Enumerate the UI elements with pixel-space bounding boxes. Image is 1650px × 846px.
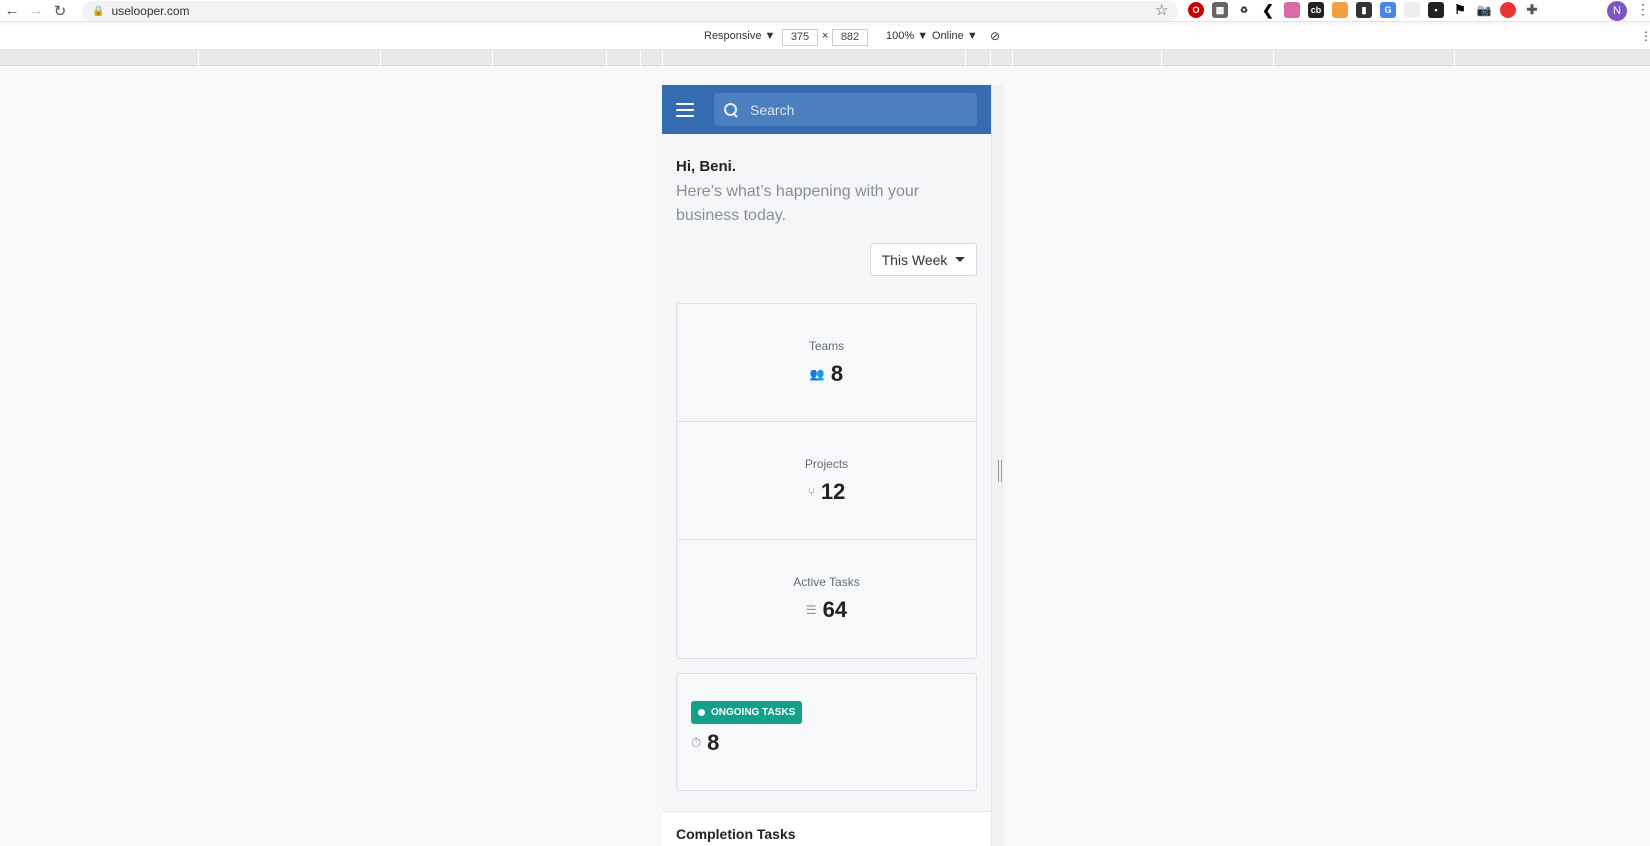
ongoing-tasks-badge: ONGOING TASKS (691, 701, 803, 724)
search-box[interactable] (714, 93, 977, 126)
dimension-separator: × (822, 30, 829, 42)
back-extension-icon[interactable]: ❮ (1260, 2, 1276, 18)
opera-extension-icon[interactable]: O (1188, 2, 1204, 18)
stat-value: 64 (822, 597, 848, 622)
stat-value: 12 (820, 478, 846, 504)
orange-extension-icon[interactable] (1332, 2, 1348, 18)
search-input[interactable] (750, 101, 950, 118)
browser-menu-icon[interactable]: ⋮ (1636, 1, 1650, 18)
tasks-list-icon: ☰ (805, 603, 817, 617)
stats-card: Teams 👥 8 Projects ⑂ 12 Active Tasks ☰ 6… (676, 303, 977, 659)
completion-tasks-title: Completion Tasks (676, 826, 796, 842)
ongoing-tasks-value: 8 (707, 730, 720, 755)
period-filter-label: This Week (881, 251, 948, 268)
viewport-height-input[interactable]: 882 (832, 29, 868, 46)
status-dot-icon (698, 709, 705, 716)
greeting-subtitle: Here’s what’s happening with your busine… (676, 183, 920, 224)
lock-icon: 🔒 (92, 5, 105, 17)
bookmark-star-icon[interactable]: ☆ (1155, 1, 1168, 19)
git-branch-icon: ⑂ (807, 484, 815, 499)
search-icon (724, 102, 738, 117)
url-text: uselooper.com (111, 4, 190, 18)
stat-value: 8 (830, 360, 844, 386)
address-bar[interactable]: 🔒 uselooper.com (82, 1, 1178, 21)
devtools-menu-icon[interactable]: ⋮ (1640, 29, 1650, 43)
rotate-icon[interactable]: ⊘ (990, 29, 1000, 43)
device-selector[interactable]: Responsive ▼ (704, 30, 775, 42)
completion-tasks-section: Completion Tasks (662, 811, 991, 846)
zoom-selector[interactable]: 100% ▼ (886, 30, 928, 42)
back-button[interactable]: ← (0, 0, 24, 22)
puzzle-extensions-icon[interactable]: ✚ (1524, 2, 1540, 18)
reload-button[interactable]: ↻ (48, 0, 72, 22)
network-throttle-selector[interactable]: Online ▼ (932, 30, 978, 42)
recycle-extension-icon[interactable]: ♻ (1236, 2, 1252, 18)
browser-toolbar: ← → ↻ 🔒 uselooper.com ☆ O ▦ ♻ ❮ cb ▮ G ▪… (0, 0, 1650, 22)
viewport-resize-handle[interactable] (998, 460, 1002, 482)
users-icon: 👥 (809, 366, 825, 381)
app-header (662, 85, 991, 134)
camera-extension-icon[interactable]: 📷 (1476, 2, 1492, 18)
period-filter-dropdown[interactable]: This Week (870, 243, 977, 276)
flag-extension-icon[interactable]: ⚑ (1452, 2, 1468, 18)
mobile-viewport: Hi, Beni. Here’s what’s happening with y… (662, 85, 992, 846)
greeting-heading: Hi, Beni. (676, 158, 737, 175)
dark-extension-icon[interactable]: ▪ (1428, 2, 1444, 18)
stat-active-tasks[interactable]: Active Tasks ☰ 64 (677, 540, 976, 658)
stat-label: Active Tasks (793, 575, 860, 589)
dashboard-content: Hi, Beni. Here’s what’s happening with y… (662, 158, 991, 791)
caret-down-icon (955, 257, 966, 262)
devtools-device-toolbar: Responsive ▼ 375 × 882 100% ▼ Online ▼ ⊘… (0, 26, 1650, 50)
filter-row: This Week (676, 243, 977, 276)
stopwatch-icon: ⏱ (691, 735, 702, 750)
viewport-width-input[interactable]: 375 (782, 29, 818, 46)
forward-button[interactable]: → (24, 0, 48, 22)
badge-label: ONGOING TASKS (711, 707, 796, 718)
cb-extension-icon[interactable]: cb (1308, 2, 1324, 18)
chrome-extension-icon[interactable] (1500, 2, 1516, 18)
phone-extension-icon[interactable]: ▮ (1356, 2, 1372, 18)
stat-label: Teams (808, 338, 845, 353)
stat-label: Projects (804, 456, 849, 471)
stat-projects[interactable]: Projects ⑂ 12 (677, 422, 976, 540)
qr-extension-icon[interactable]: ▦ (1212, 2, 1228, 18)
gradient-extension-icon[interactable] (1284, 2, 1300, 18)
ongoing-tasks-card[interactable]: ONGOING TASKS ⏱ 8 (676, 673, 977, 791)
extensions-area: O ▦ ♻ ❮ cb ▮ G ▪ ⚑ 📷 ✚ (1188, 2, 1540, 18)
profile-avatar[interactable]: N (1607, 1, 1627, 21)
blank-extension-icon[interactable] (1404, 2, 1420, 18)
stat-teams[interactable]: Teams 👥 8 (677, 304, 976, 422)
menu-icon[interactable] (676, 102, 694, 117)
media-query-ruler[interactable] (0, 50, 1650, 66)
translate-extension-icon[interactable]: G (1380, 2, 1396, 18)
